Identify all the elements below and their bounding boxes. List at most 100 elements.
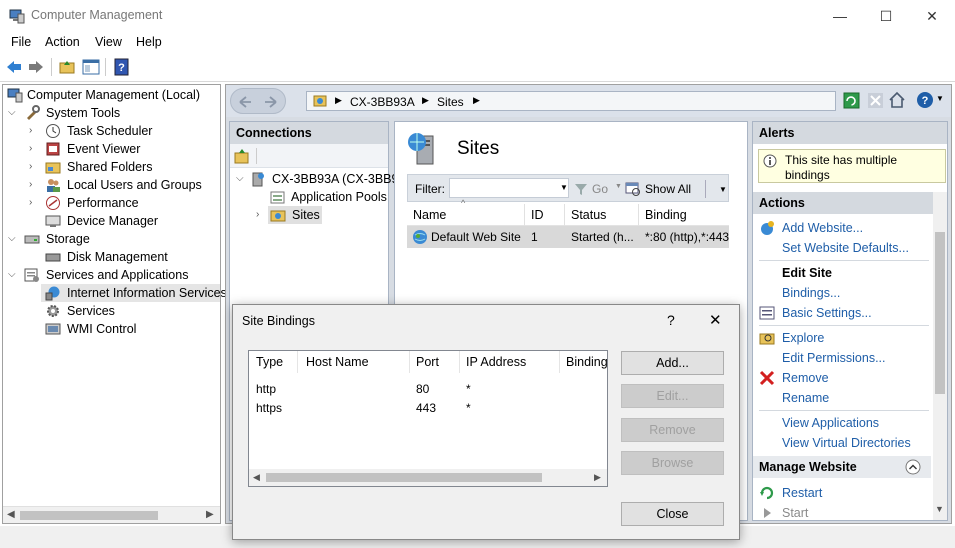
scroll-thumb[interactable] (935, 232, 945, 394)
tree-item-disk-management[interactable]: Disk Management (45, 248, 220, 266)
forward-arrow-icon[interactable] (263, 94, 279, 110)
chevron-down-icon[interactable]: ⌵ (8, 104, 18, 122)
horizontal-scrollbar[interactable]: ◀ ▶ (249, 469, 607, 486)
view-virtual-directories-link[interactable]: View Virtual Directories (782, 436, 911, 450)
maximize-button[interactable]: ☐ (863, 0, 909, 32)
tree-item-shared-folders[interactable]: › Shared Folders (29, 158, 219, 176)
table-row[interactable]: https 443 * (249, 399, 607, 417)
connect-icon[interactable] (234, 148, 250, 164)
scroll-thumb[interactable] (20, 511, 158, 520)
filter-input[interactable]: ▼ (449, 178, 569, 198)
home-icon[interactable] (888, 91, 906, 109)
help-icon[interactable]: ? (916, 91, 934, 109)
tree-item-performance[interactable]: › Performance (29, 194, 219, 212)
remove-link[interactable]: Remove (782, 371, 829, 385)
close-button[interactable]: ✕ (909, 0, 955, 32)
chevron-right-icon[interactable]: › (29, 194, 39, 212)
chevron-right-icon[interactable]: › (29, 122, 39, 140)
tree-item-iis[interactable]: Internet Information Services (41, 284, 227, 302)
column-host-name[interactable]: Host Name (306, 355, 369, 369)
manage-website-header-bar[interactable]: Manage Website (753, 456, 931, 478)
bindings-link[interactable]: Bindings... (782, 286, 840, 300)
dialog-close-x-button[interactable]: ✕ (709, 311, 722, 329)
menu-view[interactable]: View (95, 35, 122, 49)
tree-item-services[interactable]: Services (45, 302, 220, 320)
go-button[interactable]: Go (592, 182, 608, 196)
column-name[interactable]: Name (407, 204, 525, 226)
scroll-thumb[interactable] (266, 473, 542, 482)
add-website-link[interactable]: Add Website... (782, 221, 863, 235)
scroll-down-icon[interactable]: ▼ (935, 504, 944, 514)
show-hide-tree-icon[interactable] (82, 58, 100, 76)
back-arrow-icon[interactable] (237, 94, 253, 110)
breadcrumb-arrow-icon: ▶ (422, 95, 429, 105)
add-binding-button[interactable]: Add... (621, 351, 724, 375)
chevron-right-icon[interactable]: › (29, 176, 39, 194)
view-applications-link[interactable]: View Applications (782, 416, 879, 430)
back-arrow-icon[interactable] (5, 58, 23, 76)
tree-item-wmi[interactable]: WMI Control (45, 320, 220, 338)
scroll-left-icon[interactable]: ◀ (7, 509, 15, 520)
restart-link[interactable]: Restart (782, 486, 822, 500)
edit-binding-button[interactable]: Edit... (621, 384, 724, 408)
dialog-help-button[interactable]: ? (667, 312, 675, 328)
chevron-right-icon[interactable]: › (256, 206, 266, 224)
explore-link[interactable]: Explore (782, 331, 824, 345)
rename-link[interactable]: Rename (782, 391, 829, 405)
chevron-right-icon[interactable]: › (29, 158, 39, 176)
chevron-down-icon[interactable]: ▼ (719, 185, 727, 194)
column-binding[interactable]: Binding (566, 355, 608, 369)
start-link[interactable]: Start (782, 506, 808, 520)
chevron-right-icon[interactable]: › (29, 140, 39, 158)
column-status[interactable]: Status (565, 204, 639, 226)
tree-item-storage[interactable]: ⌵ Storage (8, 230, 208, 248)
chevron-down-icon[interactable]: ▼ (560, 183, 568, 192)
server-icon (252, 172, 264, 187)
remove-binding-button[interactable]: Remove (621, 418, 724, 442)
column-type[interactable]: Type (256, 355, 283, 369)
edit-permissions-link[interactable]: Edit Permissions... (782, 351, 886, 365)
table-row[interactable]: http 80 * (249, 380, 607, 398)
help-icon[interactable]: ? (113, 58, 131, 76)
breadcrumb-sites[interactable]: Sites (437, 95, 464, 109)
scroll-left-icon[interactable]: ◀ (253, 472, 260, 483)
refresh-icon[interactable] (843, 92, 860, 109)
tree-item-task-scheduler[interactable]: › Task Scheduler (29, 122, 219, 140)
column-ip-address[interactable]: IP Address (466, 355, 526, 369)
table-row[interactable]: Default Web Site 1 Started (h... *:80 (h… (407, 226, 729, 248)
set-website-defaults-link[interactable]: Set Website Defaults... (782, 241, 909, 255)
bindings-list[interactable]: Type Host Name Port IP Address Binding h… (248, 350, 608, 487)
show-all-button[interactable]: Show All (645, 182, 691, 196)
chevron-down-icon[interactable]: ⌵ (236, 170, 246, 188)
tree-item-device-manager[interactable]: Device Manager (45, 212, 220, 230)
dialog-close-button[interactable]: Close (621, 502, 724, 526)
scroll-right-icon[interactable]: ▶ (206, 509, 214, 520)
menu-action[interactable]: Action (45, 35, 80, 49)
chevron-down-icon[interactable]: ▼ (936, 94, 944, 103)
menu-file[interactable]: File (11, 35, 31, 49)
column-id[interactable]: ID (525, 204, 565, 226)
tree-item-services-apps[interactable]: ⌵ Services and Applications (8, 266, 218, 284)
event-viewer-icon (46, 142, 60, 156)
forward-arrow-icon[interactable] (27, 58, 45, 76)
up-folder-icon[interactable] (58, 58, 76, 76)
minimize-button[interactable]: — (817, 0, 863, 32)
tree-item-system-tools[interactable]: ⌵ System Tools (8, 104, 208, 122)
column-binding[interactable]: Binding (639, 204, 729, 226)
column-port[interactable]: Port (416, 355, 439, 369)
chevron-down-icon[interactable]: ⌵ (8, 230, 18, 248)
chevron-down-icon[interactable]: ⌵ (8, 266, 18, 284)
address-bar[interactable]: ▶ CX-3BB93A ▶ Sites ▶ (306, 91, 836, 111)
scroll-right-icon[interactable]: ▶ (594, 472, 601, 483)
vertical-scrollbar[interactable]: ▼ (933, 192, 947, 520)
basic-settings-link[interactable]: Basic Settings... (782, 306, 872, 320)
stop-icon[interactable] (867, 92, 884, 109)
tree-item-local-users[interactable]: › Local Users and Groups (29, 176, 219, 194)
chevron-down-icon[interactable]: ▼ (615, 183, 622, 190)
breadcrumb-server[interactable]: CX-3BB93A (350, 95, 415, 109)
menu-help[interactable]: Help (136, 35, 162, 49)
collapse-icon[interactable] (905, 459, 921, 475)
tree-item-event-viewer[interactable]: › Event Viewer (29, 140, 219, 158)
browse-binding-button[interactable]: Browse (621, 451, 724, 475)
horizontal-scrollbar[interactable]: ◀ ▶ (3, 506, 220, 523)
